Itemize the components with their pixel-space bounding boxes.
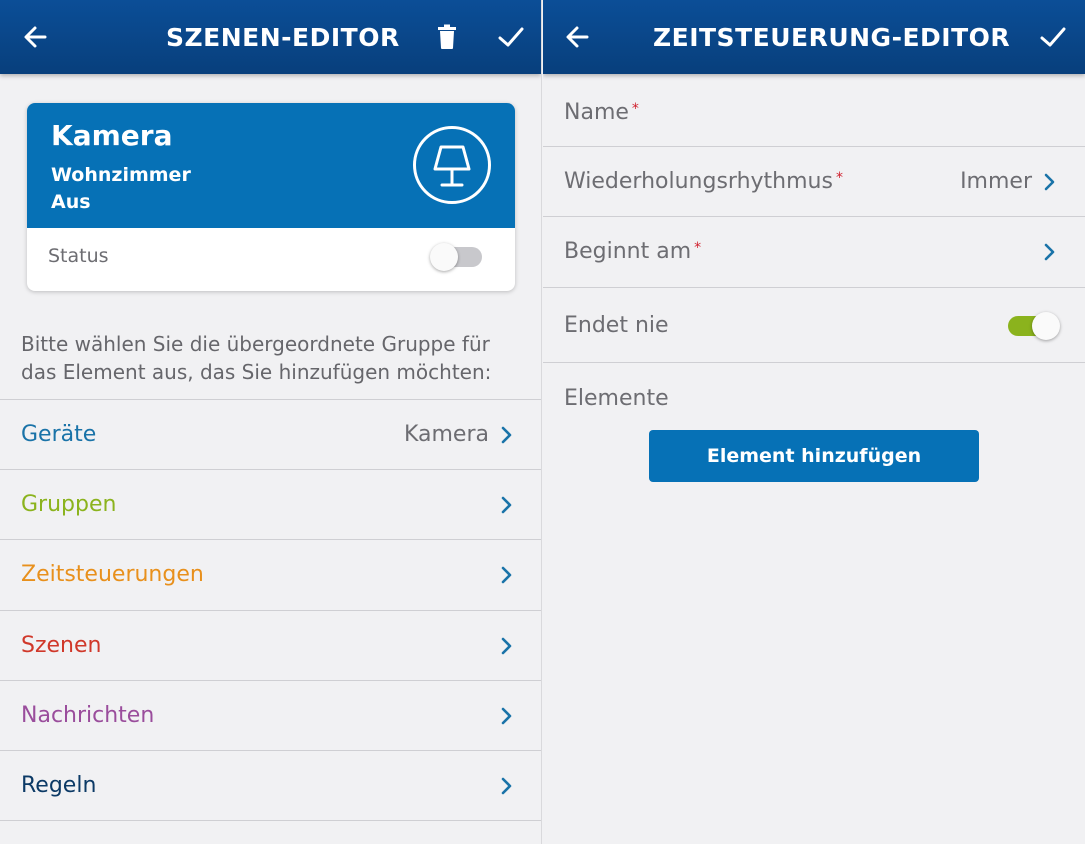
chevron-right-icon bbox=[501, 566, 512, 584]
chevron-right-icon bbox=[501, 496, 512, 514]
name-field-row[interactable]: Name * bbox=[543, 76, 1085, 146]
chevron-right-icon bbox=[501, 707, 512, 725]
chevron-right-icon bbox=[501, 637, 512, 655]
required-marker: * bbox=[694, 240, 702, 256]
back-arrow-icon[interactable] bbox=[18, 19, 54, 55]
scene-editor-topbar: SZENEN-EDITOR bbox=[0, 0, 541, 74]
ends-never-row: Endet nie bbox=[543, 287, 1085, 363]
chevron-right-icon bbox=[1044, 173, 1055, 191]
chevron-right-icon bbox=[501, 777, 512, 795]
trash-icon[interactable] bbox=[429, 19, 465, 55]
list-divider bbox=[0, 820, 541, 821]
group-label: Nachrichten bbox=[21, 703, 155, 728]
confirm-check-icon[interactable] bbox=[1035, 19, 1071, 55]
group-row-zeitsteuerungen[interactable]: Zeitsteuerungen bbox=[0, 539, 541, 609]
group-row-szenen[interactable]: Szenen bbox=[0, 610, 541, 680]
device-name: Kamera bbox=[51, 119, 173, 152]
group-label: Gruppen bbox=[21, 492, 117, 517]
group-row-gruppen[interactable]: Gruppen bbox=[0, 469, 541, 539]
repeat-rhythm-value: Immer bbox=[960, 169, 1032, 194]
elements-section: Elemente bbox=[543, 362, 1085, 432]
lamp-icon bbox=[413, 126, 491, 204]
status-label: Status bbox=[48, 245, 109, 267]
name-field-label: Name * bbox=[564, 100, 639, 125]
group-label: Regeln bbox=[21, 773, 97, 798]
ends-never-toggle[interactable] bbox=[1006, 310, 1062, 342]
device-room: Wohnzimmer bbox=[51, 164, 191, 186]
page-title: SZENEN-EDITOR bbox=[166, 23, 400, 52]
page-title: ZEITSTEUERUNG-EDITOR bbox=[653, 23, 1011, 52]
scene-editor-screen: SZENEN-EDITOR Kamera Wohnzimmer Aus Stat… bbox=[0, 0, 542, 844]
device-card-header: Kamera Wohnzimmer Aus bbox=[27, 103, 515, 228]
schedule-editor-screen: ZEITSTEUERUNG-EDITOR Name * Wiederholungs… bbox=[543, 0, 1085, 844]
group-row-regeln[interactable]: Regeln bbox=[0, 750, 541, 820]
elements-label: Elemente bbox=[564, 386, 669, 411]
back-arrow-icon[interactable] bbox=[560, 19, 596, 55]
confirm-check-icon[interactable] bbox=[493, 19, 529, 55]
group-row-nachrichten[interactable]: Nachrichten bbox=[0, 680, 541, 750]
group-value: Kamera bbox=[403, 422, 489, 447]
ends-never-label: Endet nie bbox=[564, 313, 669, 338]
group-label: Zeitsteuerungen bbox=[21, 562, 204, 587]
status-toggle-knob bbox=[430, 243, 458, 271]
group-label: Szenen bbox=[21, 633, 102, 658]
repeat-rhythm-row[interactable]: Wiederholungsrhythmus * Immer bbox=[543, 146, 1085, 216]
schedule-editor-topbar: ZEITSTEUERUNG-EDITOR bbox=[543, 0, 1085, 74]
device-card[interactable]: Kamera Wohnzimmer Aus Status bbox=[27, 103, 515, 291]
group-row-geraete[interactable]: Geräte Kamera bbox=[0, 399, 541, 469]
status-toggle[interactable] bbox=[430, 241, 486, 273]
chevron-right-icon bbox=[1044, 243, 1055, 261]
ends-never-toggle-knob bbox=[1032, 312, 1060, 340]
repeat-rhythm-label: Wiederholungsrhythmus * bbox=[564, 169, 843, 194]
device-state: Aus bbox=[51, 191, 91, 213]
chevron-right-icon bbox=[501, 426, 512, 444]
group-label: Geräte bbox=[21, 422, 97, 447]
required-marker: * bbox=[631, 101, 639, 117]
required-marker: * bbox=[835, 170, 843, 186]
group-hint-text: Bitte wählen Sie die übergeordnete Grupp… bbox=[21, 332, 492, 384]
start-date-label: Beginnt am * bbox=[564, 239, 702, 264]
start-date-row[interactable]: Beginnt am * bbox=[543, 216, 1085, 286]
add-element-button[interactable]: Element hinzufügen bbox=[649, 430, 979, 482]
